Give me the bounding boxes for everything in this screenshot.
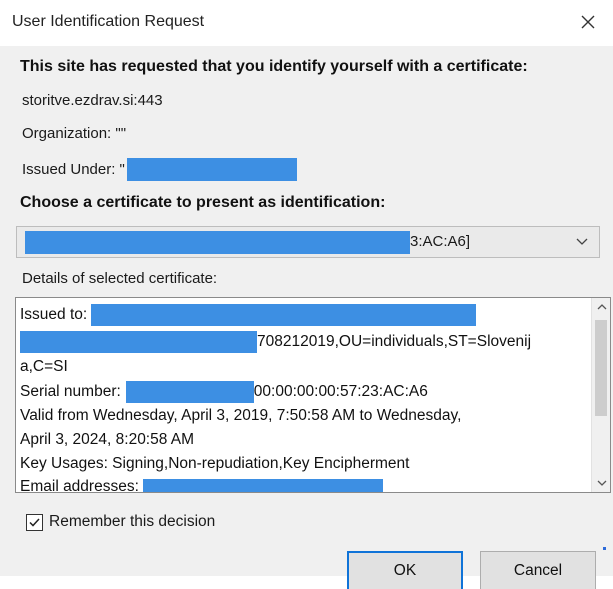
remember-decision-row[interactable]: Remember this decision (26, 512, 215, 532)
redacted-block (25, 231, 410, 254)
issued-to-label: Issued to: (20, 306, 88, 323)
issued-under-label: Issued Under: " (22, 161, 125, 178)
scroll-down-button[interactable] (592, 474, 610, 492)
subject-line: 708212019,OU=individuals,ST=Slovenij (20, 331, 531, 353)
dialog-title: User Identification Request (12, 13, 205, 30)
email-addresses-label: Email addresses: (20, 478, 139, 493)
checkmark-icon (29, 517, 40, 527)
email-addresses-line: Email addresses: (20, 478, 383, 493)
details-label: Details of selected certificate: (22, 270, 218, 287)
dialog-body: This site has requested that you identif… (0, 46, 613, 589)
redacted-block (125, 381, 254, 403)
chevron-down-icon (597, 480, 606, 486)
certificate-select-value: 3:AC:A6] (410, 233, 471, 250)
serial-number-line: Serial number: 00:00:00:00:57:23:AC:A6 (20, 381, 428, 403)
serial-number-label: Serial number: (20, 383, 121, 400)
redacted-block (91, 304, 477, 326)
subject-continuation: a,C=SI (20, 358, 68, 375)
organization-label: Organization: "" (22, 125, 127, 142)
details-scrollbar[interactable] (591, 298, 610, 492)
certificate-details-box[interactable]: Issued to: 708212019,OU=individuals,ST=S… (15, 297, 611, 493)
remember-decision-label: Remember this decision (49, 513, 216, 530)
redacted-block (126, 158, 297, 181)
redacted-block (142, 479, 383, 492)
choose-certificate-label: Choose a certificate to present as ident… (20, 194, 386, 211)
key-usages-line: Key Usages: Signing,Non-repudiation,Key … (20, 455, 410, 472)
request-heading: This site has requested that you identif… (20, 58, 528, 75)
close-icon (581, 15, 595, 29)
issued-under-row: Issued Under: " (22, 158, 297, 181)
issued-to-line: Issued to: (20, 304, 477, 326)
scroll-up-button[interactable] (592, 298, 610, 316)
certificate-select[interactable]: 3:AC:A6] (16, 226, 600, 258)
serial-number-suffix: 00:00:00:00:57:23:AC:A6 (253, 383, 428, 400)
close-button[interactable] (571, 6, 605, 38)
redacted-block (20, 331, 257, 353)
ok-button[interactable]: OK (347, 551, 463, 589)
focus-dot (603, 547, 606, 550)
cancel-button[interactable]: Cancel (480, 551, 596, 589)
title-bar: User Identification Request (0, 0, 613, 46)
user-identification-dialog: User Identification Request This site ha… (0, 0, 613, 589)
remember-decision-checkbox[interactable] (26, 513, 43, 531)
valid-from-line: Valid from Wednesday, April 3, 2019, 7:5… (20, 407, 462, 424)
chevron-down-icon (576, 238, 588, 245)
site-address: storitve.ezdrav.si:443 (22, 92, 163, 109)
chevron-up-icon (597, 304, 606, 310)
valid-to-line: April 3, 2024, 8:20:58 AM (20, 431, 195, 448)
scroll-thumb[interactable] (595, 320, 607, 416)
subject-suffix: 708212019,OU=individuals,ST=Slovenij (257, 333, 532, 350)
